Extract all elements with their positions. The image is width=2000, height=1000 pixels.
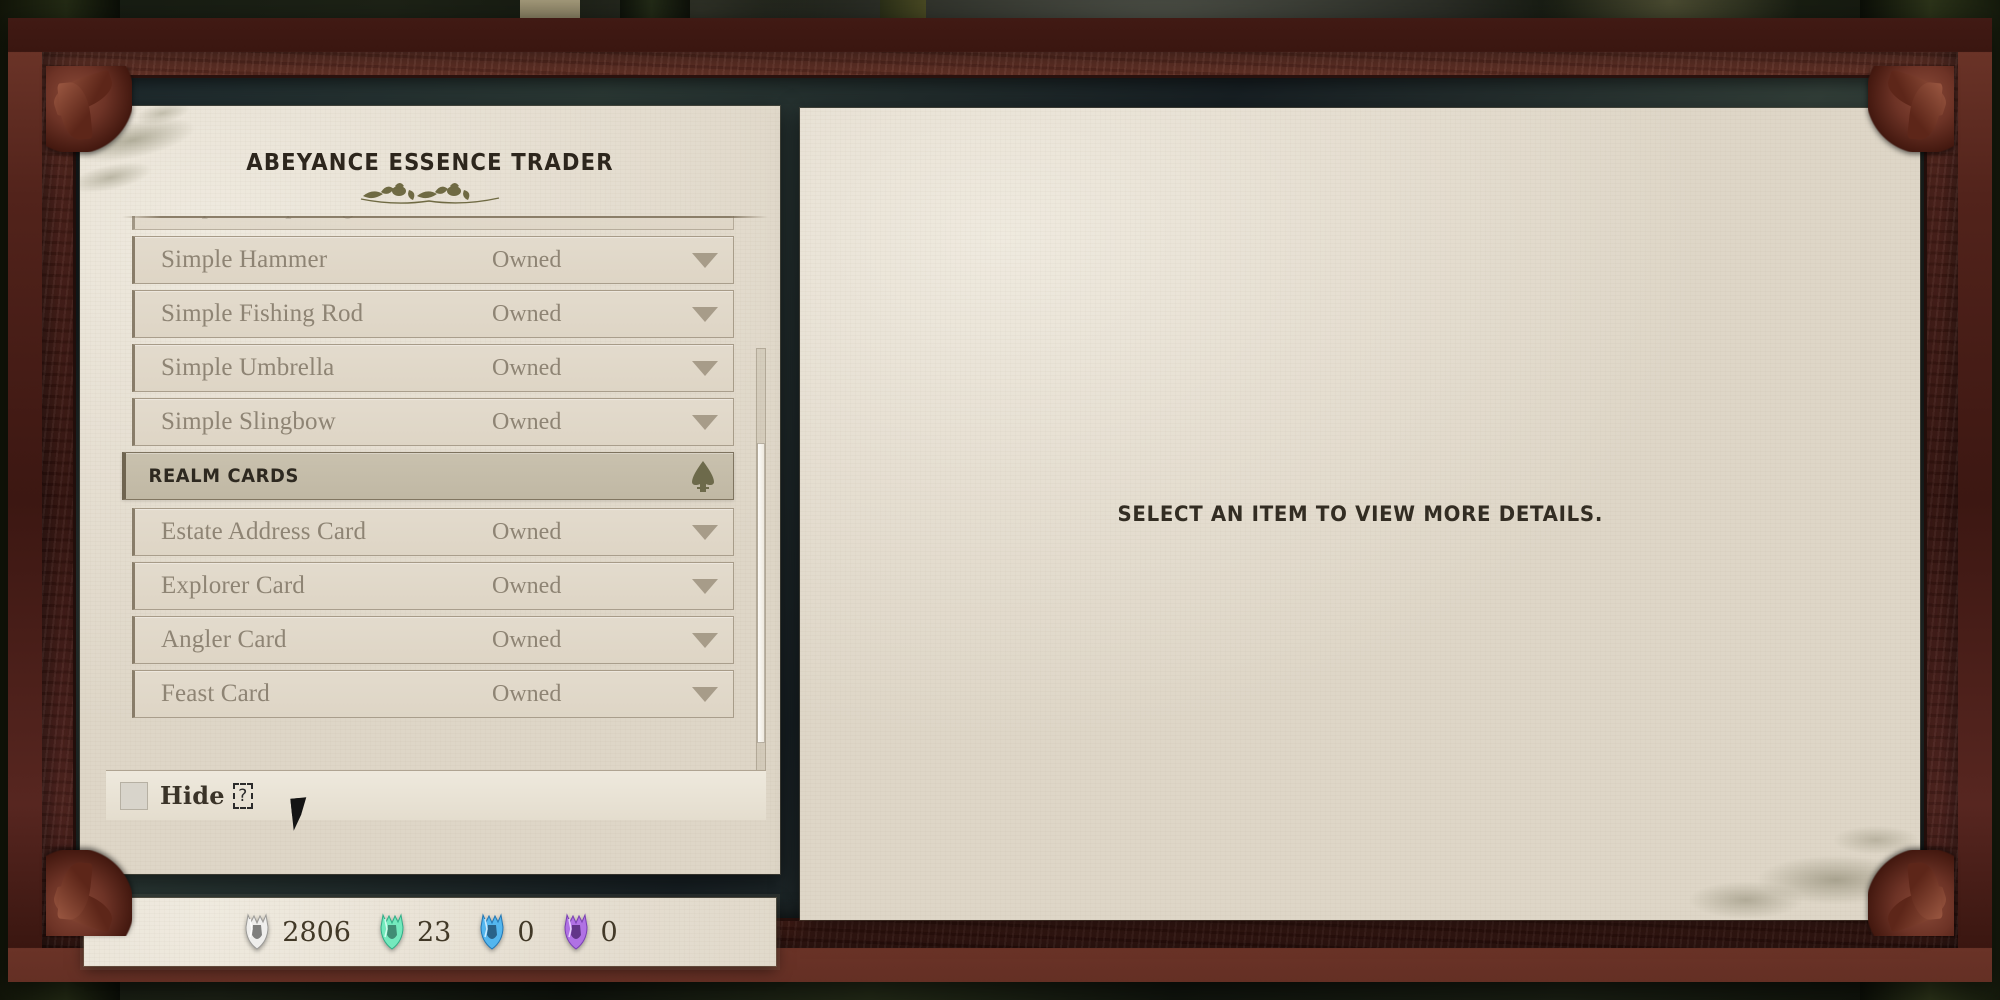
collapse-arrow-icon[interactable] (673, 459, 733, 493)
currency-item-green[interactable]: 23 (377, 913, 451, 951)
list-scrollbar-thumb[interactable] (757, 443, 765, 743)
hide-label: Hide (160, 781, 225, 810)
currency-item-purple[interactable]: 0 (561, 913, 618, 951)
detail-placeholder-text: SELECT AN ITEM TO VIEW MORE DETAILS. (1117, 502, 1603, 526)
list-item[interactable]: Simple Sharpening Stone Owned (132, 216, 734, 230)
frame-corner-ornament (1868, 850, 1954, 936)
list-item[interactable]: Simple Hammer Owned (132, 236, 734, 284)
hide-toggle-bar[interactable]: Hide ? (106, 770, 766, 820)
chevron-down-icon[interactable] (677, 632, 733, 648)
green-essence-icon (377, 913, 407, 951)
currency-value: 2806 (282, 916, 351, 948)
item-name: Feast Card (161, 680, 270, 707)
chevron-down-icon[interactable] (677, 686, 733, 702)
missing-glyph-icon: ? (232, 782, 253, 809)
frame-corner-ornament (1868, 66, 1954, 152)
mouse-cursor-icon (290, 797, 310, 831)
item-name: Simple Umbrella (161, 354, 335, 381)
purple-essence-icon (561, 913, 591, 951)
currency-value: 0 (600, 916, 618, 948)
section-header-realm-cards[interactable]: REALM CARDS (122, 452, 734, 500)
list-item[interactable]: Simple Umbrella Owned (132, 344, 734, 392)
item-name: Explorer Card (161, 572, 305, 599)
list-item[interactable]: Estate Address Card Owned (132, 508, 734, 556)
page-title: ABEYANCE ESSENCE TRADER (246, 150, 614, 176)
list-item[interactable]: Simple Fishing Rod Owned (132, 290, 734, 338)
frame-corner-ornament (46, 850, 132, 936)
item-name: Simple Slingbow (161, 408, 336, 435)
list-divider (122, 216, 768, 218)
item-status: Owned (492, 626, 562, 653)
list-item[interactable]: Angler Card Owned (132, 616, 734, 664)
currency-item-white[interactable]: 2806 (242, 913, 351, 951)
item-list: Simple Sharpening Stone Owned Simple Ham… (122, 216, 734, 724)
chevron-down-icon[interactable] (677, 252, 733, 268)
chevron-down-icon[interactable] (677, 306, 733, 322)
floral-flourish-icon (80, 182, 780, 208)
item-status: Owned (492, 408, 562, 435)
item-detail-panel: SELECT AN ITEM TO VIEW MORE DETAILS. (800, 108, 1920, 920)
item-name: Estate Address Card (161, 518, 367, 545)
white-essence-icon (242, 913, 272, 951)
chevron-down-icon[interactable] (677, 360, 733, 376)
list-scrollbar-track[interactable] (756, 348, 766, 818)
list-item[interactable]: Explorer Card Owned (132, 562, 734, 610)
hide-checkbox[interactable] (120, 781, 148, 810)
section-title: REALM CARDS (148, 465, 299, 487)
chevron-down-icon[interactable] (677, 524, 733, 540)
list-item[interactable]: Feast Card Owned (132, 670, 734, 718)
currency-bar: 2806 23 0 0 (84, 898, 776, 966)
item-status: Owned (492, 572, 562, 599)
chevron-down-icon[interactable] (677, 578, 733, 594)
currency-value: 0 (517, 916, 535, 948)
item-name: Simple Hammer (161, 246, 328, 273)
item-status: Owned (492, 246, 562, 273)
item-status: Owned (492, 680, 562, 707)
item-status: Owned (492, 354, 562, 381)
item-status: Owned (492, 300, 562, 327)
chevron-down-icon[interactable] (677, 414, 733, 430)
blue-essence-icon (477, 913, 507, 951)
trader-list-panel: ABEYANCE ESSENCE TRADER Simple S (80, 106, 780, 874)
currency-value: 23 (416, 916, 452, 948)
currency-item-blue[interactable]: 0 (477, 913, 535, 951)
frame-corner-ornament (46, 66, 132, 152)
item-name: Angler Card (161, 626, 287, 653)
list-item[interactable]: Simple Slingbow Owned (132, 398, 734, 446)
item-status: Owned (492, 518, 562, 545)
item-name: Simple Fishing Rod (161, 300, 364, 327)
